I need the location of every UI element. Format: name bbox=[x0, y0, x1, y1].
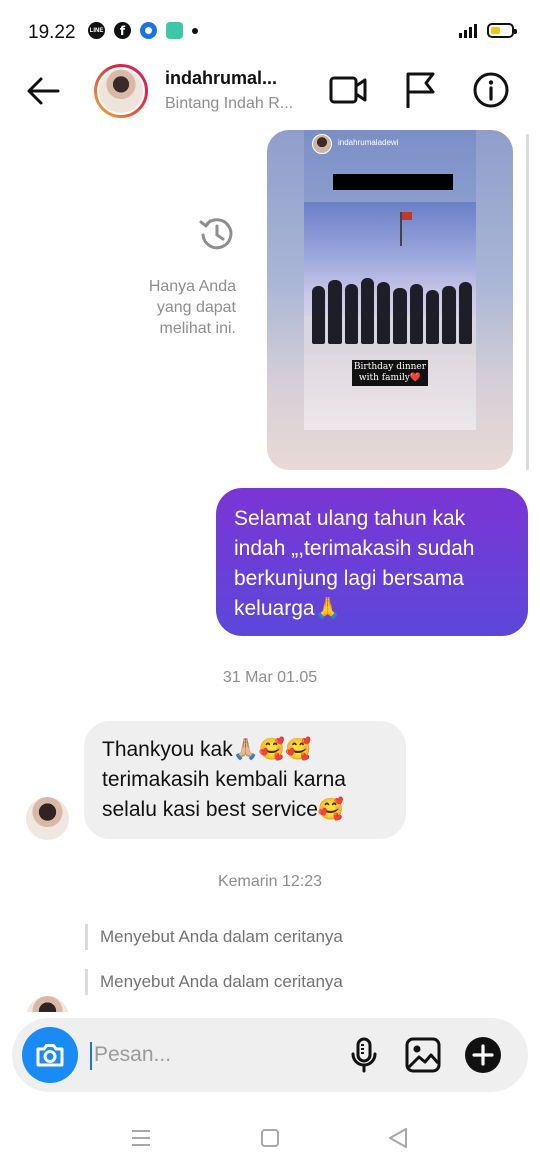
status-time: 19.22 bbox=[28, 22, 76, 43]
only-you-notice: Hanya Anda yang dapat melihat ini. bbox=[148, 278, 236, 337]
microphone-icon[interactable] bbox=[344, 1035, 384, 1075]
story-mention-notice[interactable]: Menyebut Anda dalam ceritanya bbox=[85, 969, 343, 995]
story-caption-line1: Birthday dinner bbox=[353, 362, 427, 372]
app-icon bbox=[166, 22, 183, 39]
story-username: indahrumaladewi bbox=[338, 138, 399, 147]
message-list[interactable]: indahrumaladewi Birthday dinner with fam… bbox=[0, 122, 540, 1012]
status-bar: 19.22 LINE f bbox=[0, 0, 540, 62]
history-icon bbox=[199, 218, 233, 250]
timestamp: 31 Mar 01.05 bbox=[222, 669, 318, 686]
story-thumbnail: indahrumaladewi Birthday dinner with fam… bbox=[304, 130, 476, 430]
incoming-message[interactable]: Thankyou kak🙏🏼🥰🥰 terimakasih kembali kar… bbox=[84, 721, 406, 839]
story-redaction-bar bbox=[333, 174, 453, 190]
home-icon[interactable] bbox=[256, 1124, 284, 1152]
signal-icon bbox=[459, 22, 477, 38]
story-photo bbox=[304, 202, 476, 354]
photo-flag bbox=[400, 212, 412, 246]
timestamp: Kemarin 12:23 bbox=[217, 873, 323, 890]
system-icons bbox=[459, 22, 517, 38]
camera-button[interactable] bbox=[22, 1027, 78, 1083]
back-icon[interactable] bbox=[384, 1124, 412, 1152]
video-call-icon[interactable] bbox=[328, 70, 368, 110]
chat-header: indahrumal... Bintang Indah R... bbox=[0, 62, 540, 122]
contact-name[interactable]: indahrumal... bbox=[165, 68, 295, 89]
back-arrow-icon[interactable] bbox=[24, 72, 62, 110]
facebook-icon: f bbox=[114, 22, 131, 39]
text-caret bbox=[90, 1042, 92, 1070]
story-mention-notice[interactable]: Menyebut Anda dalam ceritanya bbox=[85, 924, 343, 950]
sender-avatar[interactable] bbox=[26, 996, 69, 1012]
notification-icons: LINE f bbox=[88, 22, 198, 39]
message-composer bbox=[12, 1018, 528, 1092]
battery-level bbox=[491, 26, 500, 34]
flag-icon[interactable] bbox=[400, 70, 440, 110]
message-input[interactable] bbox=[94, 1036, 334, 1074]
browser-icon bbox=[140, 22, 157, 39]
info-icon[interactable] bbox=[471, 70, 511, 110]
story-caption: Birthday dinner with family❤️ bbox=[352, 360, 428, 386]
camera-icon bbox=[36, 1044, 64, 1067]
scrollbar[interactable] bbox=[526, 134, 529, 470]
plus-icon[interactable] bbox=[463, 1035, 503, 1075]
contact-full-name[interactable]: Bintang Indah R... bbox=[165, 95, 305, 113]
line-icon: LINE bbox=[88, 22, 105, 39]
sender-avatar[interactable] bbox=[26, 797, 69, 840]
gallery-icon[interactable] bbox=[403, 1035, 443, 1075]
recent-apps-icon[interactable] bbox=[127, 1124, 155, 1152]
story-avatar bbox=[312, 134, 332, 154]
battery-icon bbox=[487, 22, 517, 38]
system-nav-bar bbox=[0, 1110, 540, 1170]
contact-avatar[interactable] bbox=[94, 64, 148, 118]
story-caption-line2: with family❤️ bbox=[358, 373, 422, 383]
photo-group bbox=[312, 272, 472, 344]
story-reply-preview[interactable]: indahrumaladewi Birthday dinner with fam… bbox=[267, 130, 513, 470]
more-notifications-dot bbox=[192, 27, 198, 34]
outgoing-message[interactable]: Selamat ulang tahun kak indah „,terimaka… bbox=[216, 488, 528, 636]
